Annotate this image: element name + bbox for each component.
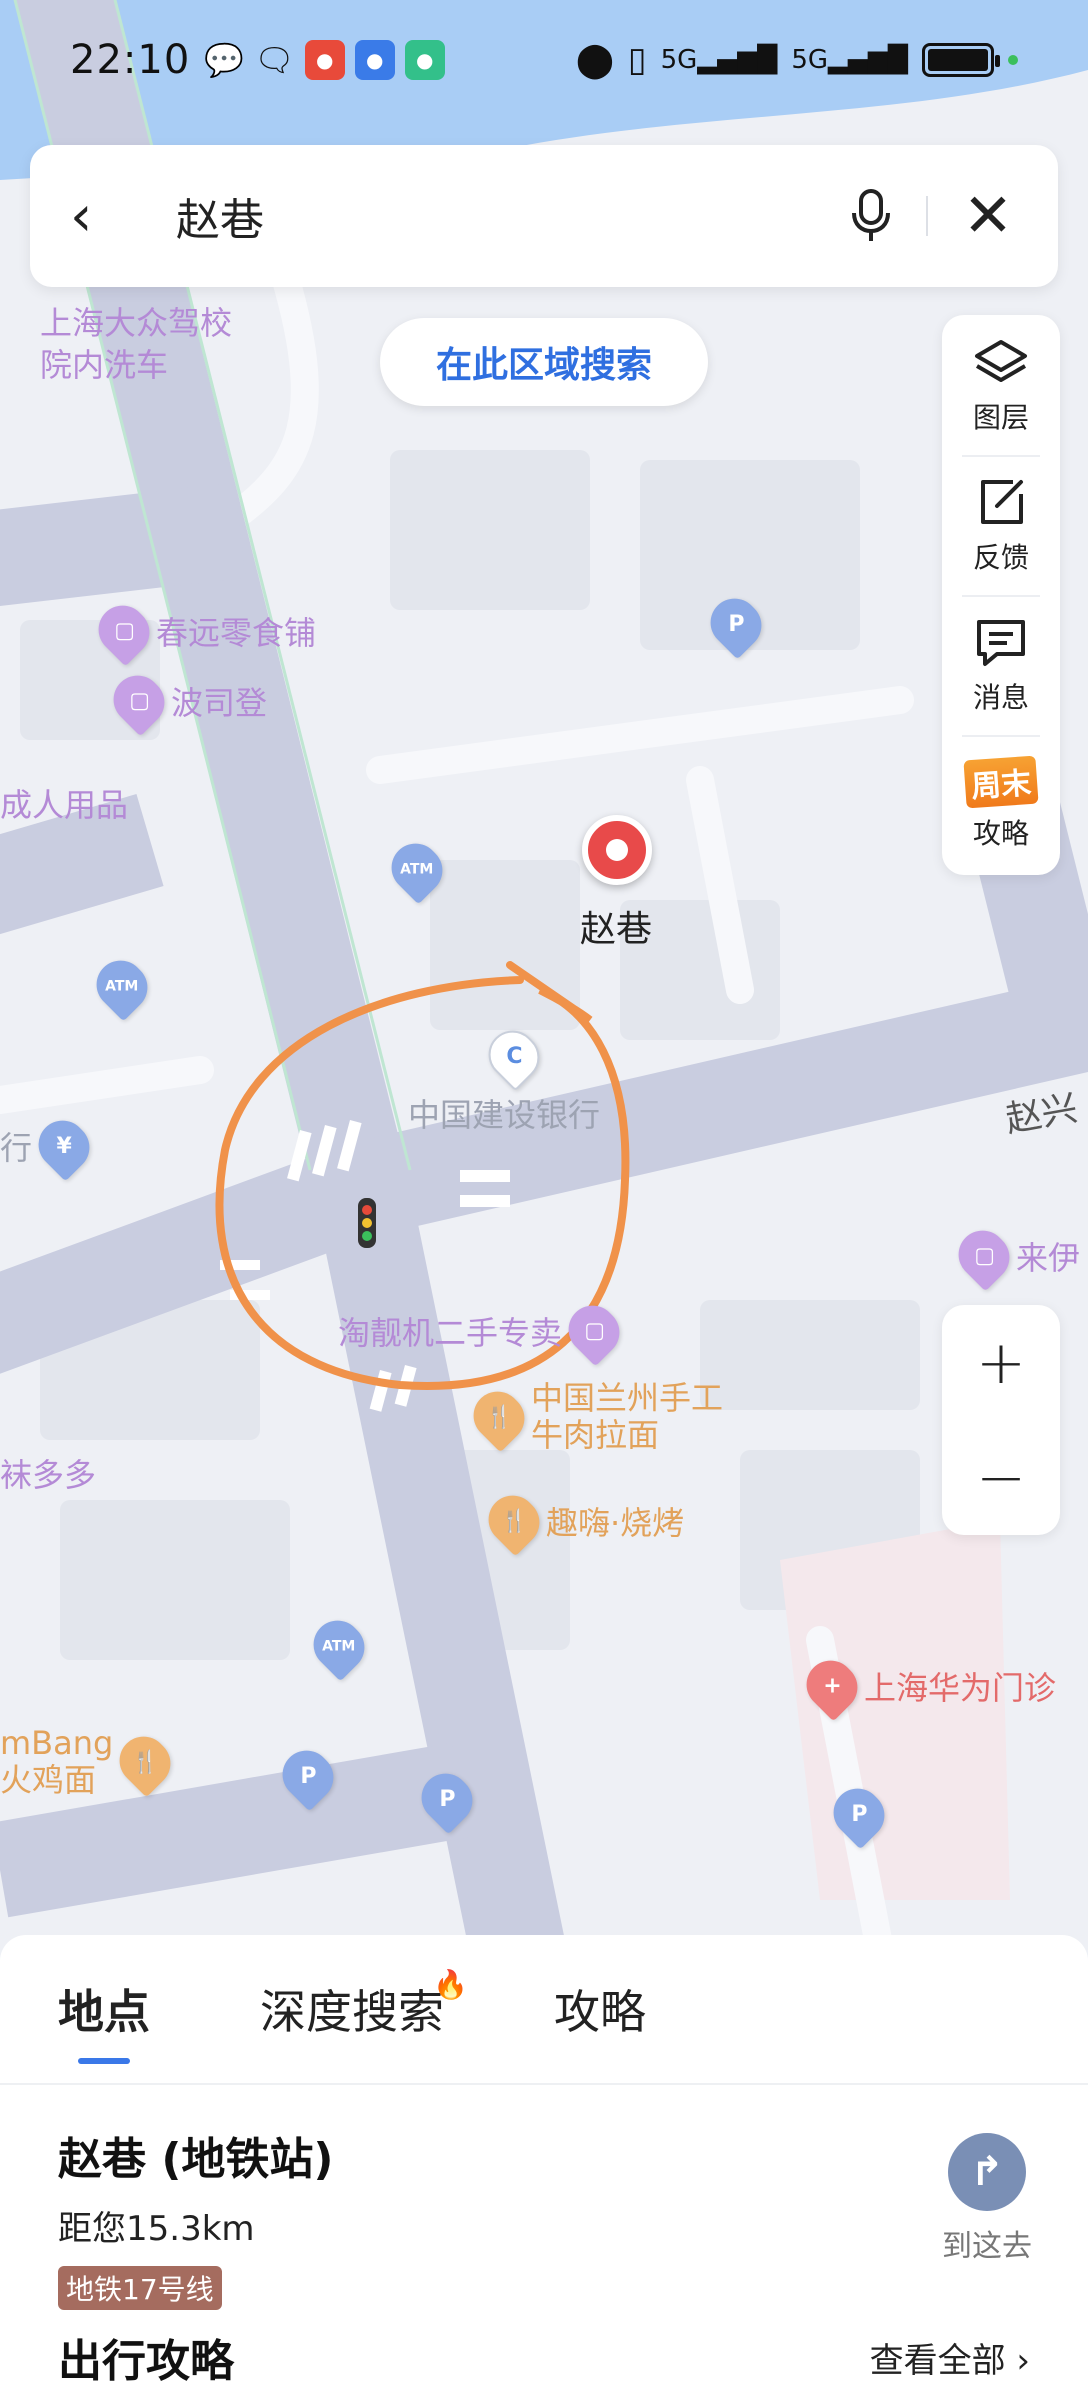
messages-button[interactable]: 消息 [942,595,1060,735]
map-base-graphics [0,0,1088,1950]
status-dot-icon [1008,55,1018,65]
search-bar: ‹ 赵巷 ✕ [30,145,1058,287]
turn-right-arrow-icon: ↱ [948,2133,1026,2211]
poi-atm[interactable]: ATM [86,950,158,1022]
poi-atm[interactable]: ATM [303,1610,375,1682]
edit-icon [981,480,1023,524]
poi-ccb[interactable]: C [478,1020,550,1092]
poi-car-wash[interactable]: 院内洗车 [40,340,168,386]
poi-bosideng[interactable]: ▢ 波司登 [103,665,268,737]
poi-turkey-noodles[interactable]: mBang 火鸡面 🍴 [0,1724,181,1799]
poi-label: 牛肉拉面 [531,1415,660,1454]
poi-label: 火鸡面 [0,1760,97,1799]
battery-icon [922,43,1000,77]
poi-snack-shop[interactable]: ▢ 春远零食铺 [88,595,317,667]
poi-label: 中国兰州手工 [531,1379,724,1417]
status-bar: 22:10 💬 🗨 ● ● ● ⬤ ▯ 5G▂▄▆█ 5G▂▄▆█ [0,30,1088,90]
view-all-link[interactable]: 查看全部 › [870,2333,1030,2382]
section-title: 出行攻略 [58,2336,234,2387]
layers-icon [975,340,1027,382]
result-name: 赵巷 (地铁站) [58,2134,334,2185]
poi-label: 波司登 [171,684,268,722]
poi-socks-store[interactable]: 袜多多 [0,1450,96,1496]
tool-label: 图层 [972,401,1029,434]
poi-label: 上海华为门诊 [864,1669,1057,1707]
result-item[interactable]: 赵巷 (地铁站) 距您15.3km 地铁17号线 ↱ 到这去 [0,2085,1088,2310]
poi-driving-school[interactable]: 上海大众驾校 [40,298,232,344]
map-tools-panel: 图层 反馈 消息 周末 攻略 [942,315,1060,875]
tab-deep-search[interactable]: 深度搜索 🔥 [260,1934,468,2084]
poi-label: mBang [0,1724,114,1762]
zoom-controls: + − [942,1305,1060,1535]
map-view[interactable]: 上海大众驾校 院内洗车 ▢ 春远零食铺 ▢ 波司登 成人用品 P ATM ATM… [0,0,1088,1950]
message-icon [977,620,1025,666]
poi-clinic[interactable]: + 上海华为门诊 [796,1650,1057,1722]
destination-marker-icon[interactable] [582,815,652,885]
signal-icon: 5G▂▄▆█ [791,45,908,75]
poi-atm[interactable]: ATM [381,833,453,905]
tool-label: 消息 [972,681,1029,714]
feedback-button[interactable]: 反馈 [942,455,1060,595]
signal-icon: 5G▂▄▆█ [660,45,778,75]
chat-bubble-icon: 💬 [204,41,245,79]
search-this-area-button[interactable]: 在此区域搜索 [380,318,708,406]
poi-parking[interactable]: P [700,588,772,660]
poi-parking[interactable]: P [272,1740,344,1812]
poi-label: 淘靓机二手专卖 [338,1314,563,1352]
result-distance: 距您15.3km [58,2209,255,2249]
app-icon: ● [354,40,395,80]
wechat-icon: 🗨 [254,41,295,79]
map-app-screen: 上海大众驾校 院内洗车 ▢ 春远零食铺 ▢ 波司登 成人用品 P ATM ATM… [0,0,1088,2400]
shopping-bag-icon: ▢ [948,1220,1020,1292]
poi-label: 趣嗨·烧烤 [546,1504,685,1542]
layers-button[interactable]: 图层 [942,315,1060,455]
guide-button[interactable]: 周末 攻略 [942,735,1060,875]
poi-bank[interactable]: 行 ¥ [0,1110,100,1182]
hospital-icon: + [796,1650,868,1722]
status-time: 22:10 [70,37,191,83]
vibrate-icon: ▯ [627,40,647,80]
metro-line-badge: 地铁17号线 [58,2266,222,2310]
microphone-icon[interactable] [836,181,906,251]
poi-parking[interactable]: P [823,1778,895,1850]
system-icons: ⬤ ▯ 5G▂▄▆█ 5G▂▄▆█ [576,40,1018,80]
close-icon[interactable]: ✕ [958,181,1018,251]
tab-places[interactable]: 地点 [58,1934,150,2084]
app-icon: ● [304,40,345,80]
notification-icons: 💬 🗨 ● ● ● [204,40,445,80]
poi-label: 行 [0,1129,33,1167]
shopping-bag-icon: ▢ [88,595,160,667]
destination-label: 赵巷 [580,909,653,950]
poi-label: 来伊 [1016,1239,1081,1277]
poi-noodle-shop[interactable]: 🍴 中国兰州手工 牛肉拉面 [463,1379,724,1454]
divider [926,196,928,236]
app-icon: ● [404,40,445,80]
tab-guides[interactable]: 攻略 [554,1934,646,2084]
restaurant-icon: 🍴 [463,1381,535,1453]
poi-phone-shop[interactable]: 淘靓机二手专卖 ▢ [338,1295,630,1367]
poi-parking[interactable]: P [411,1763,483,1835]
weekend-badge: 周末 [963,755,1039,809]
results-sheet: 地点 深度搜索 🔥 攻略 赵巷 (地铁站) 距您15.3km 地铁17号线 ↱ … [0,1935,1088,2400]
back-arrow-icon[interactable]: ‹ [70,184,130,249]
tool-label: 反馈 [972,541,1029,574]
poi-laiyifen[interactable]: ▢ 来伊 [948,1220,1081,1292]
poi-label: 春远零食铺 [156,614,317,652]
result-tabs: 地点 深度搜索 🔥 攻略 [0,1935,1088,2085]
poi-label: 袜多多 [0,1456,97,1494]
poi-label: 上海大众驾校 [40,304,233,342]
fire-icon: 🔥 [433,1968,468,2001]
location-icon: ⬤ [575,40,614,80]
tool-label: 攻略 [972,817,1029,850]
poi-adult-store[interactable]: 成人用品 [0,780,128,826]
poi-ccb-label[interactable]: 中国建设银行 [408,1090,600,1136]
shopping-bag-icon: ▢ [103,665,175,737]
navigate-button[interactable]: ↱ 到这去 [942,2133,1032,2265]
zoom-out-button[interactable]: − [942,1420,1060,1535]
zoom-in-button[interactable]: + [942,1305,1060,1420]
navigate-label: 到这去 [942,2229,1032,2264]
restaurant-icon: 🍴 [478,1485,550,1557]
search-input[interactable]: 赵巷 [176,184,836,248]
poi-bbq[interactable]: 🍴 趣嗨·烧烤 [478,1485,685,1557]
